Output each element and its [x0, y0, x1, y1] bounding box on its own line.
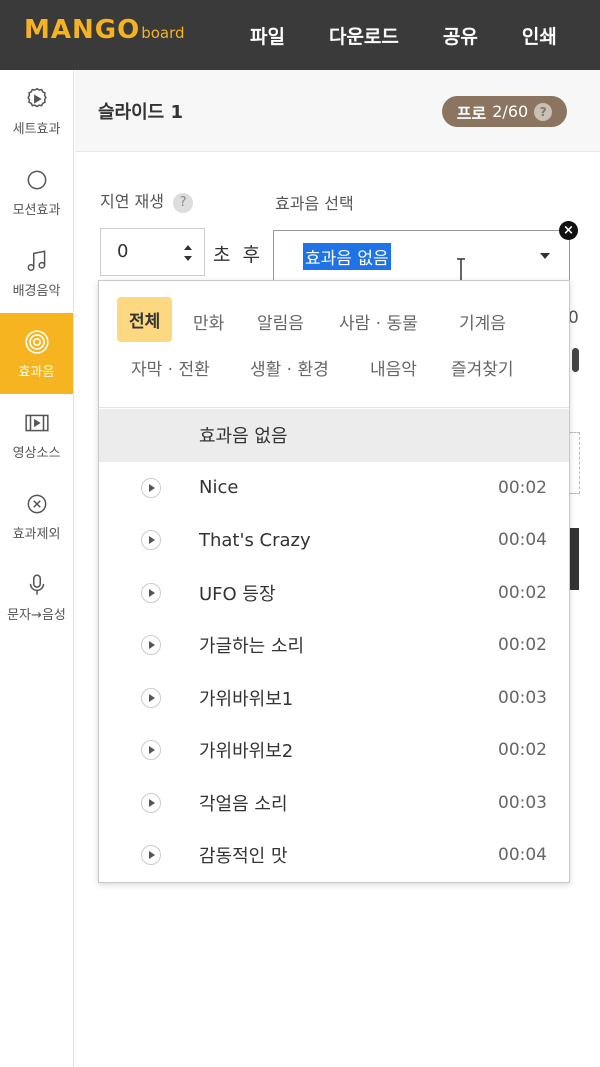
category-machine[interactable]: 기계음: [459, 309, 506, 334]
sound-name: 가위바위보2: [199, 741, 294, 763]
sound-name: 가글하는 소리: [199, 636, 305, 658]
pro-label: 프로: [456, 103, 487, 123]
sidebar-item-motion-effect[interactable]: 모션효과: [0, 151, 73, 232]
logo-sub-text: board: [141, 24, 185, 42]
category-life-environment[interactable]: 생활 · 환경: [250, 355, 329, 380]
play-icon[interactable]: [141, 792, 161, 813]
sound-duration: 00:02: [498, 582, 547, 603]
list-item[interactable]: 감동적인 맛 00:04: [99, 829, 569, 882]
sidebar-item-sound-effect[interactable]: 효과음: [0, 313, 73, 394]
sound-list: 효과음 없음 Nice 00:02 That's Crazy 00:04 UFO…: [99, 409, 569, 882]
sound-dropdown: 전체 만화 알림음 사람 · 동물 기계음 자막 · 전환 생활 · 환경 내음…: [98, 280, 570, 883]
close-icon[interactable]: ×: [559, 221, 578, 240]
top-bar: MANGO board 파일 다운로드 공유 인쇄: [0, 0, 600, 70]
sidebar-item-video-source[interactable]: 영상소스: [0, 394, 73, 475]
play-icon[interactable]: [141, 845, 161, 866]
menu-download[interactable]: 다운로드: [329, 22, 399, 49]
mangoboard-logo[interactable]: MANGO board: [24, 15, 185, 45]
sound-name: 가위바위보1: [199, 688, 294, 710]
sound-name: 감동적인 맛: [199, 846, 288, 868]
list-item[interactable]: That's Crazy 00:04: [99, 514, 569, 567]
sound-name: UFO 등장: [199, 583, 276, 605]
list-item[interactable]: 각얼음 소리 00:03: [99, 777, 569, 830]
sound-duration: 00:02: [498, 635, 547, 656]
caret-up-icon: [540, 253, 550, 259]
film-icon: [22, 408, 52, 438]
list-item[interactable]: 효과음 없음: [99, 409, 569, 462]
microphone-icon: [22, 570, 52, 600]
concentric-circles-icon: [22, 327, 52, 357]
sidebar-item-bgm[interactable]: 배경음악: [0, 232, 73, 313]
stepper-arrows-icon[interactable]: [182, 241, 194, 265]
sound-name: 각얼음 소리: [199, 793, 288, 815]
category-filter: 전체 만화 알림음 사람 · 동물 기계음 자막 · 전환 생활 · 환경 내음…: [99, 281, 569, 408]
sound-name: 효과음 없음: [199, 426, 288, 448]
sidebar-item-label: 배경음악: [12, 284, 61, 299]
play-icon[interactable]: [141, 582, 161, 603]
selected-sound-text: 효과음 없음: [303, 243, 391, 270]
delay-label-group: 지연 재생 ?: [100, 188, 194, 213]
x-circle-icon: [22, 489, 52, 519]
sound-duration: 00:04: [498, 845, 547, 866]
music-note-icon: [22, 246, 52, 276]
sound-duration: 00:04: [498, 530, 547, 551]
category-people-animals[interactable]: 사람 · 동물: [339, 309, 418, 334]
list-item[interactable]: UFO 등장 00:02: [99, 567, 569, 620]
circle-icon: [22, 165, 52, 195]
play-icon[interactable]: [141, 635, 161, 656]
sound-name: Nice: [199, 477, 239, 499]
sidebar-item-text-to-speech[interactable]: 문자→음성: [0, 556, 73, 637]
logo-main-text: MANGO: [24, 15, 141, 45]
sidebar-item-label: 효과음: [18, 365, 55, 380]
play-icon[interactable]: [141, 477, 161, 498]
sound-duration: 00:02: [498, 477, 547, 498]
sidebar-item-label: 문자→음성: [7, 608, 66, 623]
background-slider-handle: [572, 348, 579, 372]
list-item[interactable]: 가글하는 소리 00:02: [99, 619, 569, 672]
delay-label: 지연 재생: [100, 192, 164, 211]
menu-file[interactable]: 파일: [250, 22, 285, 49]
sidebar-item-label: 세트효과: [12, 122, 61, 137]
menu-print[interactable]: 인쇄: [522, 22, 557, 49]
delay-value: 0: [117, 241, 129, 262]
list-item[interactable]: 가위바위보1 00:03: [99, 672, 569, 725]
play-icon[interactable]: [141, 530, 161, 551]
category-all[interactable]: 전체: [117, 297, 173, 342]
seconds-after-label: 초 후: [213, 244, 263, 266]
delay-help-icon[interactable]: ?: [173, 192, 194, 213]
background-dark-block: [570, 528, 579, 590]
top-menu: 파일 다운로드 공유 인쇄: [250, 0, 557, 70]
list-item[interactable]: Nice 00:02: [99, 462, 569, 515]
sidebar: 세트효과 모션효과 배경음악 효과음 영상소스 효과제외 문자→음성: [0, 70, 74, 1067]
sound-select[interactable]: 효과음 없음: [273, 230, 570, 280]
delay-input[interactable]: 0: [100, 228, 205, 276]
category-my-music[interactable]: 내음악: [370, 355, 417, 380]
pro-badge[interactable]: 프로 2/60 ?: [442, 96, 567, 127]
sidebar-item-label: 효과제외: [12, 527, 61, 542]
category-caption-transition[interactable]: 자막 · 전환: [131, 355, 210, 380]
category-comic[interactable]: 만화: [193, 309, 224, 334]
sidebar-item-set-effect[interactable]: 세트효과: [0, 70, 73, 151]
category-alert[interactable]: 알림음: [257, 309, 304, 334]
gear-icon: [22, 84, 52, 114]
sound-duration: 00:03: [498, 792, 547, 813]
sound-select-label: 효과음 선택: [275, 194, 354, 213]
sound-duration: 00:02: [498, 740, 547, 761]
sidebar-item-exclude-effect[interactable]: 효과제외: [0, 475, 73, 556]
sound-name: That's Crazy: [199, 529, 311, 551]
play-icon[interactable]: [141, 740, 161, 761]
play-icon[interactable]: [141, 687, 161, 708]
background-dashed-box: [570, 432, 580, 494]
pro-count: 2/60: [492, 102, 529, 121]
sidebar-item-label: 모션효과: [12, 203, 61, 218]
sound-duration: 00:03: [498, 687, 547, 708]
slide-title: 슬라이드 1: [98, 102, 184, 123]
menu-share[interactable]: 공유: [443, 22, 478, 49]
help-icon[interactable]: ?: [534, 102, 553, 121]
list-item[interactable]: 가위바위보2 00:02: [99, 724, 569, 777]
category-favorites[interactable]: 즐겨찾기: [451, 355, 514, 380]
panel-header: 슬라이드 1 프로 2/60 ?: [75, 70, 600, 152]
sidebar-item-label: 영상소스: [12, 446, 61, 461]
